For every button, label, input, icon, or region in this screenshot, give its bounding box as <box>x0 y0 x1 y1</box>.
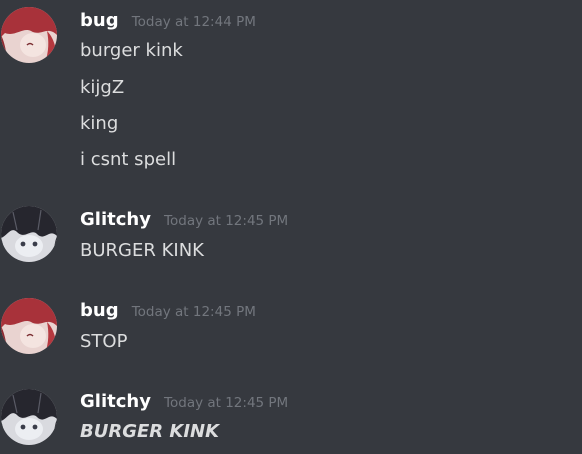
timestamp[interactable]: Today at 12:45 PM <box>132 304 256 320</box>
glitchy-avatar-dark-hair-icon <box>1 206 57 262</box>
message-text: STOP <box>80 331 128 352</box>
avatar[interactable] <box>1 7 57 63</box>
glitchy-avatar-dark-hair-icon <box>1 389 57 445</box>
message-header: Glitchy Today at 12:45 PM <box>80 209 288 231</box>
avatar[interactable] <box>1 389 57 445</box>
chat-message-list: bug Today at 12:44 PM burger kink kijgZ … <box>0 0 582 454</box>
username[interactable]: bug <box>80 10 119 31</box>
timestamp[interactable]: Today at 12:45 PM <box>164 213 288 229</box>
message-text: BURGER KINK <box>80 421 220 442</box>
message-text: king <box>80 113 119 134</box>
message-text: BURGER KINK <box>80 240 204 261</box>
username[interactable]: bug <box>80 300 119 321</box>
bug-avatar-red-hair-icon <box>1 7 57 63</box>
timestamp[interactable]: Today at 12:45 PM <box>164 395 288 411</box>
message-header: Glitchy Today at 12:45 PM <box>80 391 288 413</box>
timestamp[interactable]: Today at 12:44 PM <box>132 14 256 30</box>
avatar[interactable] <box>1 298 57 354</box>
bug-avatar-red-hair-icon <box>1 298 57 354</box>
message-text: burger kink <box>80 40 183 61</box>
message-header: bug Today at 12:44 PM <box>80 10 256 32</box>
username[interactable]: Glitchy <box>80 391 151 412</box>
message-text: i csnt spell <box>80 149 177 170</box>
username[interactable]: Glitchy <box>80 209 151 230</box>
message-text: kijgZ <box>80 77 125 98</box>
avatar[interactable] <box>1 206 57 262</box>
message-header: bug Today at 12:45 PM <box>80 300 256 322</box>
